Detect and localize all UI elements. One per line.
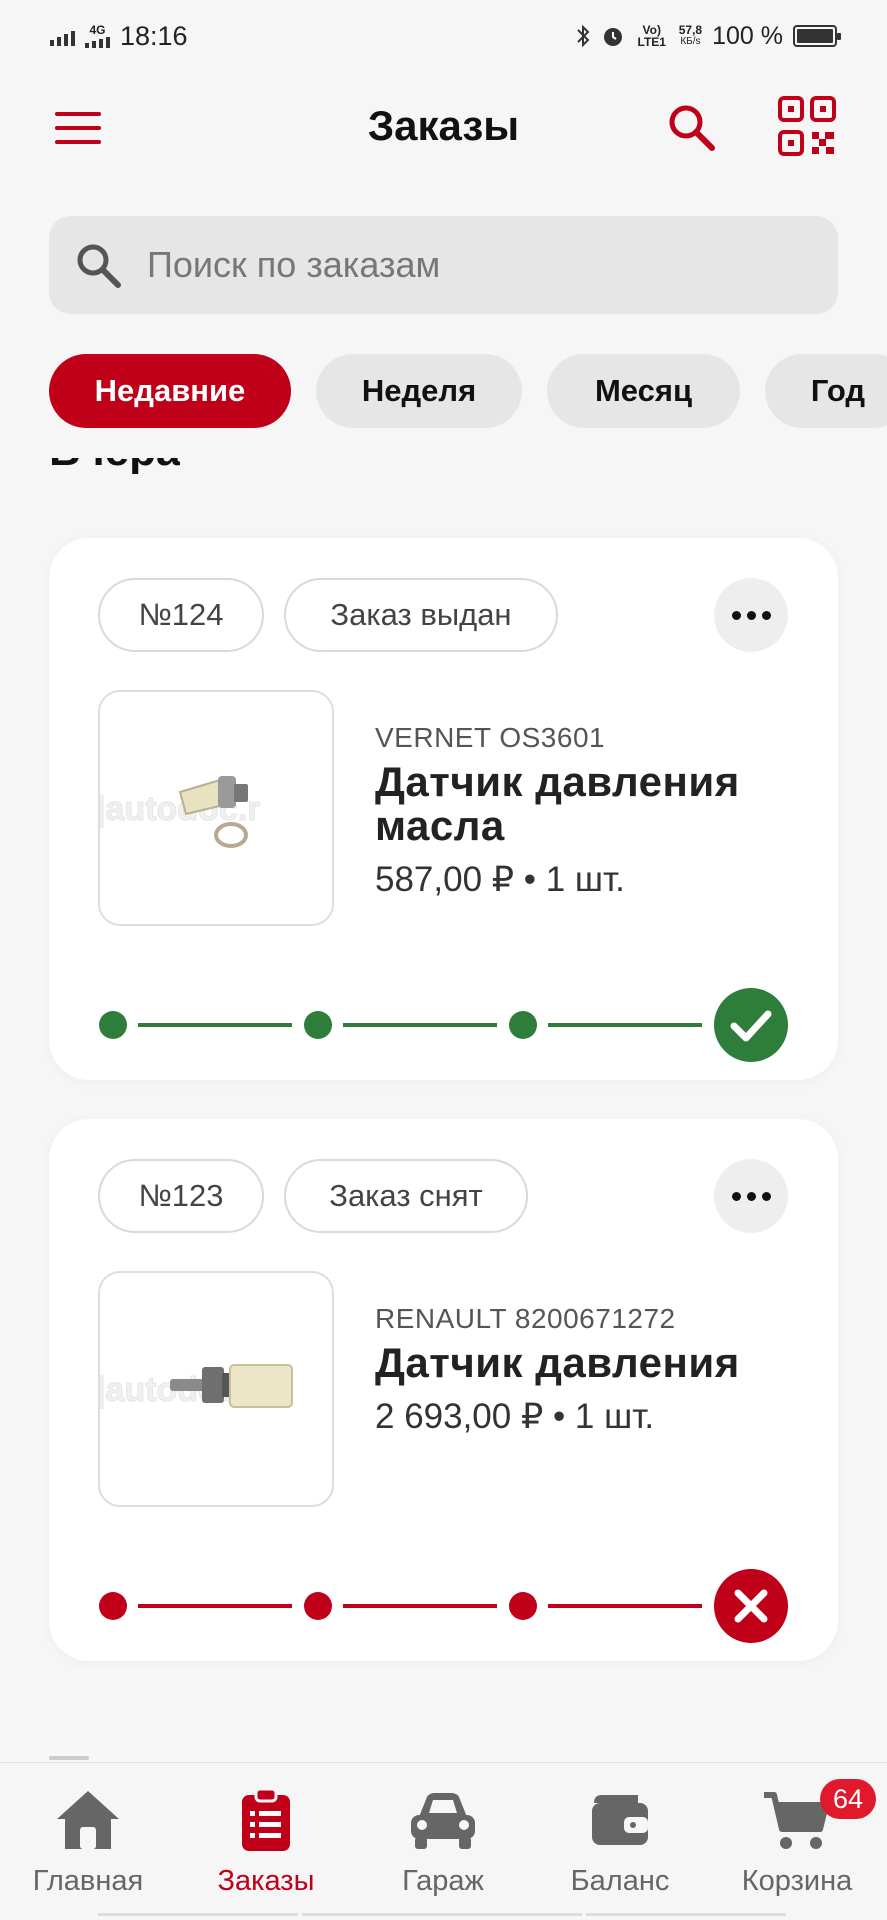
cart-count-badge: 64 <box>820 1779 876 1819</box>
nav-home[interactable]: Главная <box>3 1763 173 1920</box>
search-icon[interactable] <box>664 100 720 156</box>
product-name: Датчик давления <box>375 1339 740 1386</box>
order-search-bar[interactable] <box>49 216 838 314</box>
nav-orders[interactable]: Заказы <box>181 1763 351 1920</box>
nav-divider <box>98 1913 298 1916</box>
nav-cart-label: Корзина <box>741 1865 853 1897</box>
clock: 18:16 <box>120 20 188 51</box>
battery-icon <box>793 25 841 47</box>
order-status-badge: Заказ снят <box>284 1159 528 1233</box>
nav-balance-label: Баланс <box>570 1865 670 1897</box>
oil-pressure-sensor-image: |autodoc.r <box>100 776 261 848</box>
pressure-sensor-image: |autodoc.r <box>100 1364 293 1410</box>
product-price: 2 693,00 ₽ • 1 шт. <box>375 1397 655 1436</box>
order-progress-tracker <box>99 1569 788 1643</box>
home-icon <box>57 1791 119 1849</box>
product-brand: RENAULT 8200671272 <box>375 1303 676 1334</box>
filter-chip-week[interactable]: Неделя <box>316 354 522 428</box>
nav-cart[interactable]: 64 Корзина <box>712 1763 882 1920</box>
order-number: №123 <box>98 1159 264 1233</box>
order-card[interactable]: №124 Заказ выдан |autodoc.r VERNET OS360… <box>49 538 838 1080</box>
network-speed: 57,8 <box>678 23 703 37</box>
wallet-icon <box>592 1795 648 1845</box>
cellular-signal-icon <box>50 26 75 46</box>
network-type: 4G <box>89 23 106 37</box>
period-filter-chips: Недавние Неделя Месяц Год <box>49 354 887 428</box>
volte-indicator: Vo) LTE1 <box>637 23 666 49</box>
more-options-button[interactable] <box>714 578 788 652</box>
nav-garage[interactable]: Гараж <box>358 1763 528 1920</box>
orders-list[interactable]: №124 Заказ выдан |autodoc.r VERNET OS360… <box>0 458 887 1760</box>
product-brand: VERNET OS3601 <box>375 722 606 753</box>
battery-percent: 100 % <box>712 21 783 50</box>
order-status-badge: Заказ выдан <box>284 578 558 652</box>
product-price: 587,00 ₽ • 1 шт. <box>375 860 625 899</box>
filter-chip-month[interactable]: Месяц <box>547 354 740 428</box>
bottom-navigation: Главная Заказы Гараж Баланс 64 Корзина <box>0 1762 887 1920</box>
next-section-peek <box>49 1756 89 1760</box>
search-icon <box>77 244 121 288</box>
cellular-signal-2-icon <box>85 36 110 48</box>
car-icon <box>411 1793 475 1849</box>
alarm-icon <box>603 28 622 46</box>
product-name: Датчик давления масла <box>375 758 740 849</box>
order-card[interactable]: №123 Заказ снят |autodoc.r RENAULT 82006… <box>49 1119 838 1661</box>
search-input[interactable] <box>147 244 767 286</box>
nav-divider <box>302 1913 582 1916</box>
page-title: Заказы <box>367 102 520 149</box>
filter-chip-year[interactable]: Год <box>765 354 887 428</box>
network-speed-unit: КБ/s <box>680 36 701 47</box>
status-bar: 4G 18:16 Vo) LTE1 57,8 КБ/s 100 % <box>0 0 887 72</box>
order-number: №124 <box>98 578 264 652</box>
order-progress-tracker <box>99 988 788 1062</box>
qr-code-icon[interactable] <box>778 96 836 156</box>
nav-divider <box>586 1913 786 1916</box>
nav-orders-label: Заказы <box>217 1865 315 1897</box>
nav-home-label: Главная <box>32 1865 144 1897</box>
nav-garage-label: Гараж <box>402 1865 484 1897</box>
filter-chip-recent[interactable]: Недавние <box>49 354 291 428</box>
product-image[interactable]: |autodoc.r <box>98 1271 334 1507</box>
orders-icon <box>242 1787 290 1851</box>
nav-balance[interactable]: Баланс <box>535 1763 705 1920</box>
more-options-button[interactable] <box>714 1159 788 1233</box>
product-image[interactable]: |autodoc.r <box>98 690 334 926</box>
app-header: Заказы <box>0 72 887 182</box>
bluetooth-icon <box>577 24 590 48</box>
